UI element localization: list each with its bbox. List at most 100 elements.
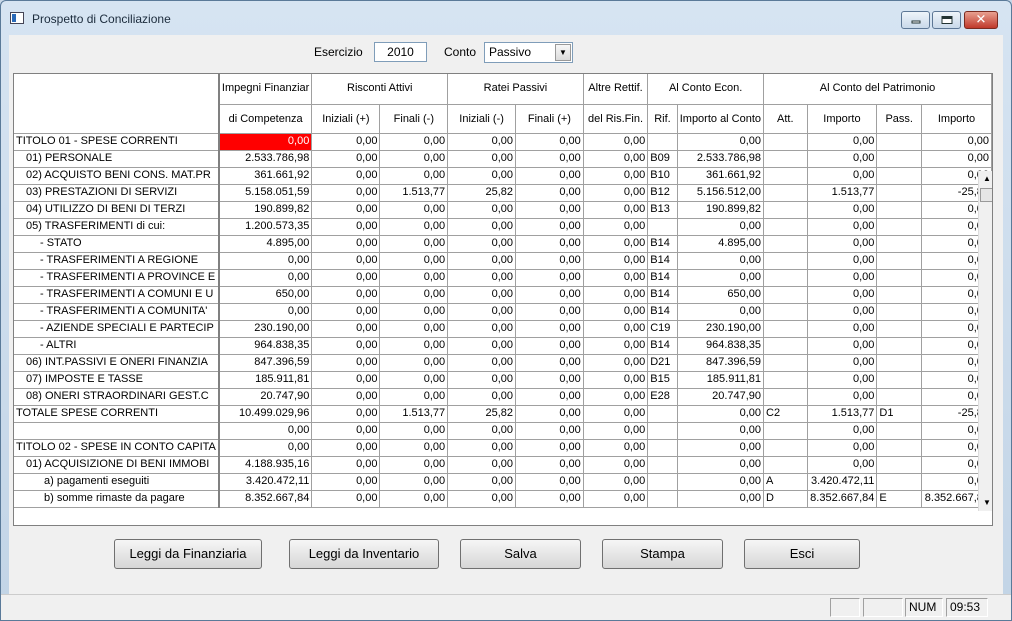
table-cell-amount[interactable]: 0,00 [379,371,449,389]
table-cell-amount[interactable]: 0,00 [218,252,313,270]
table-cell-amount[interactable]: 0,00 [515,150,584,168]
table-cell-amount[interactable]: 0,00 [447,269,517,287]
table-cell-amount[interactable]: 0,00 [515,371,584,389]
table-cell-code[interactable] [763,388,808,406]
table-cell-amount[interactable]: 0,00 [311,320,381,338]
table-cell-amount[interactable]: 0,00 [379,354,449,372]
table-cell-amount[interactable]: 0,00 [677,473,765,491]
table-cell-amount[interactable]: 0,00 [379,201,449,219]
table-cell-amount[interactable]: 0,00 [807,422,878,440]
table-cell-amount[interactable]: 0,00 [379,490,449,508]
table-cell-amount[interactable]: 0,00 [311,201,381,219]
table-cell-amount[interactable]: 0,00 [515,422,584,440]
table-cell-code[interactable] [876,184,922,202]
minimize-button[interactable] [901,11,930,29]
table-cell-amount[interactable]: 650,00 [677,286,765,304]
reconciliation-grid[interactable]: Impegni Finanziar Risconti Attivi Ratei … [13,73,993,526]
table-cell-code[interactable] [763,167,808,185]
table-cell-amount[interactable]: 964.838,35 [677,337,765,355]
table-cell-amount[interactable]: 0,00 [218,133,313,151]
table-cell-amount[interactable]: 0,00 [515,405,584,423]
table-cell-amount[interactable]: 0,00 [583,422,649,440]
table-cell-amount[interactable]: 0,00 [447,422,517,440]
table-cell-amount[interactable]: 0,00 [807,167,878,185]
table-cell-code[interactable] [876,422,922,440]
table-cell-amount[interactable]: 0,00 [311,150,381,168]
table-cell-code[interactable] [763,252,808,270]
row-label[interactable]: TOTALE SPESE CORRENTI [14,405,220,423]
table-cell-code[interactable]: B09 [647,150,678,168]
table-cell-amount[interactable]: 0,00 [515,167,584,185]
table-cell-amount[interactable]: 0,00 [583,184,649,202]
table-cell-amount[interactable]: 0,00 [447,320,517,338]
table-cell-amount[interactable]: 0,00 [583,218,649,236]
table-cell-code[interactable] [763,150,808,168]
table-cell-code[interactable]: D21 [647,354,678,372]
table-cell-amount[interactable]: 0,00 [447,456,517,474]
table-cell-amount[interactable]: 0,00 [583,303,649,321]
table-cell-amount[interactable]: 0,00 [515,201,584,219]
table-cell-amount[interactable]: 0,00 [447,133,517,151]
row-label[interactable]: 05) TRASFERIMENTI di cui: [14,218,220,236]
table-cell-code[interactable] [763,201,808,219]
table-cell-amount[interactable]: 185.911,81 [218,371,313,389]
table-cell-code[interactable] [763,235,808,253]
table-cell-amount[interactable]: 8.352.667,84 [218,490,313,508]
table-cell-code[interactable]: E [876,490,922,508]
table-cell-code[interactable]: A [763,473,808,491]
table-row[interactable]: - ALTRI 964.838,35 0,00 0,00 0,00 0,00 0,00 B14… [14,337,992,355]
table-cell-code[interactable] [876,388,922,406]
scroll-up-icon[interactable]: ▲ [979,171,992,187]
table-cell-amount[interactable]: 0,00 [311,286,381,304]
table-cell-code[interactable] [876,473,922,491]
table-row[interactable]: a) pagamenti eseguiti 3.420.472,11 0,00 0,0… [14,473,992,491]
table-cell-amount[interactable]: 0,00 [379,320,449,338]
table-cell-amount[interactable]: 0,00 [807,371,878,389]
table-cell-amount[interactable]: 0,00 [515,388,584,406]
vertical-scrollbar[interactable]: ▲ ▼ [978,171,992,511]
table-cell-code[interactable] [647,405,678,423]
table-cell-code[interactable]: B14 [647,235,678,253]
table-cell-amount[interactable]: 0,00 [583,456,649,474]
table-cell-code[interactable] [876,286,922,304]
table-cell-amount[interactable]: 0,00 [677,490,765,508]
table-cell-amount[interactable]: 0,00 [311,269,381,287]
table-cell-code[interactable] [876,252,922,270]
table-cell-code[interactable] [763,320,808,338]
table-cell-code[interactable]: B14 [647,252,678,270]
table-cell-amount[interactable]: 0,00 [447,252,517,270]
table-row[interactable]: TITOLO 01 - SPESE CORRENTI 0,00 0,00 0,00 0,… [14,133,992,151]
table-cell-amount[interactable]: 0,00 [447,473,517,491]
table-row[interactable]: 0,000,000,000,000,000,000,000,000,00 [14,422,992,440]
table-cell-code[interactable] [763,269,808,287]
table-cell-amount[interactable]: 847.396,59 [677,354,765,372]
table-row[interactable]: TOTALE SPESE CORRENTI 10.499.029,96 0,00 1.… [14,405,992,423]
table-cell-amount[interactable]: 0,00 [807,354,878,372]
read-financial-button[interactable]: Leggi da Finanziaria [114,539,262,569]
table-cell-amount[interactable]: 0,00 [379,473,449,491]
table-cell-amount[interactable]: 0,00 [311,405,381,423]
table-row[interactable]: TITOLO 02 - SPESE IN CONTO CAPITA 0,00 0,0… [14,439,992,457]
table-cell-amount[interactable]: 0,00 [311,252,381,270]
table-cell-amount[interactable]: 0,00 [807,235,878,253]
table-cell-amount[interactable]: 0,00 [218,439,313,457]
table-cell-code[interactable]: B14 [647,337,678,355]
table-cell-amount[interactable]: 1.513,77 [807,184,878,202]
table-cell-amount[interactable]: 20.747,90 [677,388,765,406]
table-cell-amount[interactable]: 964.838,35 [218,337,313,355]
table-cell-amount[interactable]: 0,00 [807,439,878,457]
table-cell-amount[interactable]: 0,00 [807,252,878,270]
save-button[interactable]: Salva [460,539,581,569]
table-row[interactable]: b) somme rimaste da pagare 8.352.667,84 0,… [14,490,992,508]
table-cell-amount[interactable]: 0,00 [311,184,381,202]
table-cell-amount[interactable]: 0,00 [447,286,517,304]
table-cell-code[interactable] [647,490,678,508]
table-cell-amount[interactable]: 0,00 [807,388,878,406]
table-cell-amount[interactable]: 190.899,82 [218,201,313,219]
table-cell-code[interactable] [647,218,678,236]
table-cell-amount[interactable]: 0,00 [379,133,449,151]
table-cell-code[interactable]: C2 [763,405,808,423]
table-cell-amount[interactable]: 0,00 [807,303,878,321]
table-cell-amount[interactable]: 0,00 [379,218,449,236]
table-cell-amount[interactable]: 230.190,00 [677,320,765,338]
